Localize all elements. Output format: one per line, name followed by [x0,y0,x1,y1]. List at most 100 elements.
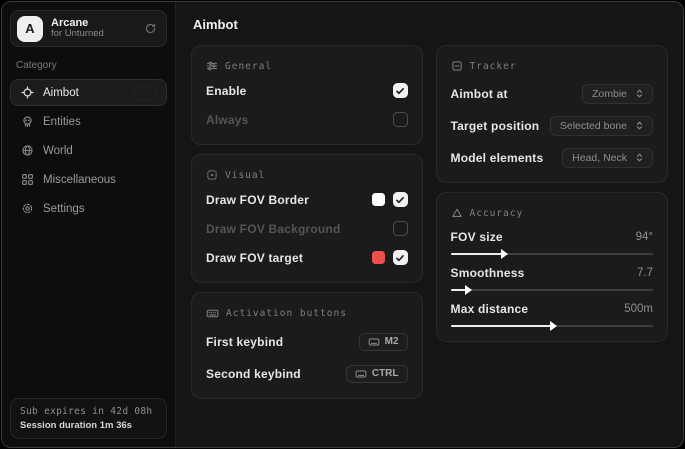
visual-panel: Visual Draw FOV Border Draw FOV Backgrou… [191,154,423,283]
general-panel-title: General [225,61,272,72]
sidebar-item-label: World [43,145,73,157]
crosshair-icon [21,86,34,99]
app-logo: A [17,16,43,42]
triangle-icon [451,207,463,219]
enable-row: Enable [206,80,408,101]
enable-checkbox[interactable] [393,83,408,98]
sidebar-item-world[interactable]: World [10,137,167,164]
target-position-value: Selected bone [560,120,627,132]
fov-size-slider[interactable] [451,253,653,255]
first-keybind-value: M2 [385,336,399,347]
model-elements-value: Head, Neck [572,152,627,164]
accuracy-panel-header: Accuracy [451,207,653,219]
second-keybind-label: Second keybind [206,367,301,381]
fov-background-label: Draw FOV Background [206,222,341,236]
entities-icon [21,115,34,128]
sidebar: A Arcane for Unturned Category Aimbot [2,2,176,447]
chevron-up-down-icon [634,88,645,99]
fov-border-color-swatch[interactable] [372,193,385,206]
max-distance-value: 500m [624,303,653,315]
grid-icon [21,173,34,186]
second-keybind-row: Second keybind CTRL [206,363,408,384]
fov-border-checkbox[interactable] [393,192,408,207]
page-title: Aimbot [193,17,666,32]
general-panel-header: General [206,60,408,72]
target-position-label: Target position [451,119,540,133]
sidebar-item-entities[interactable]: Entities [10,108,167,135]
model-elements-select[interactable]: Head, Neck [562,148,653,168]
model-elements-row: Model elements Head, Neck [451,147,653,168]
fov-target-label: Draw FOV target [206,251,303,265]
aimbot-at-select[interactable]: Zombie [582,84,653,104]
always-label: Always [206,113,249,127]
smoothness-row: Smoothness 7.7 [451,266,653,291]
target-position-select[interactable]: Selected bone [550,116,653,136]
visual-panel-title: Visual [225,170,265,181]
target-position-row: Target position Selected bone [451,115,653,136]
smoothness-slider-fill[interactable] [451,289,467,291]
aimbot-at-row: Aimbot at Zombie [451,83,653,104]
sidebar-item-miscellaneous[interactable]: Miscellaneous [10,166,167,193]
scan-box-icon [451,60,463,72]
aimbot-at-label: Aimbot at [451,87,508,101]
activation-buttons-panel: Activation buttons First keybind M2 Seco… [191,292,423,399]
globe-icon [21,144,34,157]
sidebar-header-card: A Arcane for Unturned [10,10,167,47]
visual-panel-header: Visual [206,169,408,181]
max-distance-label: Max distance [451,302,529,316]
max-distance-slider-fill[interactable] [451,325,552,327]
accuracy-panel: Accuracy FOV size 94° Smoothness [436,192,668,342]
subscription-info-card: Sub expires in 42d 08h Session duration … [10,398,167,439]
second-keybind-value: CTRL [372,368,399,379]
always-checkbox[interactable] [393,112,408,127]
keyboard-icon [355,368,367,380]
smoothness-slider[interactable] [451,289,653,291]
aimbot-keybind-badge [134,86,156,100]
activation-panel-header: Activation buttons [206,307,408,320]
keyboard-icon [206,307,219,320]
always-row: Always [206,109,408,130]
first-keybind-label: First keybind [206,335,283,349]
first-keybind-row: First keybind M2 [206,331,408,352]
app-subtitle: for Unturned [51,29,104,40]
sidebar-item-label: Entities [43,116,81,128]
check-icon [395,86,405,96]
main-content: Aimbot General Enable [176,2,683,447]
sidebar-item-label: Settings [43,203,85,215]
general-panel: General Enable Always [191,45,423,145]
sidebar-item-settings[interactable]: Settings [10,195,167,222]
fov-size-row: FOV size 94° [451,230,653,255]
fov-target-checkbox[interactable] [393,250,408,265]
sidebar-item-label: Miscellaneous [43,174,116,186]
fov-border-row: Draw FOV Border [206,189,408,210]
max-distance-slider[interactable] [451,325,653,327]
second-keybind-button[interactable]: CTRL [346,365,408,383]
fov-border-label: Draw FOV Border [206,193,309,207]
app-frame: A Arcane for Unturned Category Aimbot [0,0,685,449]
session-duration-text: Session duration 1m 36s [20,420,157,431]
fov-background-checkbox[interactable] [393,221,408,236]
check-icon [395,253,405,263]
chevron-up-down-icon [634,152,645,163]
gear-icon [21,202,34,215]
model-elements-label: Model elements [451,151,544,165]
fov-target-color-swatch[interactable] [372,251,385,264]
left-column: General Enable Always [191,45,423,399]
refresh-icon[interactable] [144,22,157,35]
right-column: Tracker Aimbot at Zombie Target position [436,45,668,342]
first-keybind-button[interactable]: M2 [359,333,408,351]
fov-size-slider-fill[interactable] [451,253,504,255]
sub-expires-text: Sub expires in 42d 08h [20,406,157,417]
dotted-square-icon [206,169,218,181]
max-distance-row: Max distance 500m [451,302,653,327]
sidebar-nav: Aimbot Entities World [10,79,167,222]
check-icon [395,195,405,205]
tracker-panel-title: Tracker [470,61,517,72]
fov-size-label: FOV size [451,230,503,244]
category-label: Category [16,60,161,71]
sidebar-item-aimbot[interactable]: Aimbot [10,79,167,106]
chevron-up-down-icon [634,120,645,131]
tracker-panel-header: Tracker [451,60,653,72]
smoothness-value: 7.7 [637,267,653,279]
app-titles: Arcane for Unturned [51,17,104,41]
